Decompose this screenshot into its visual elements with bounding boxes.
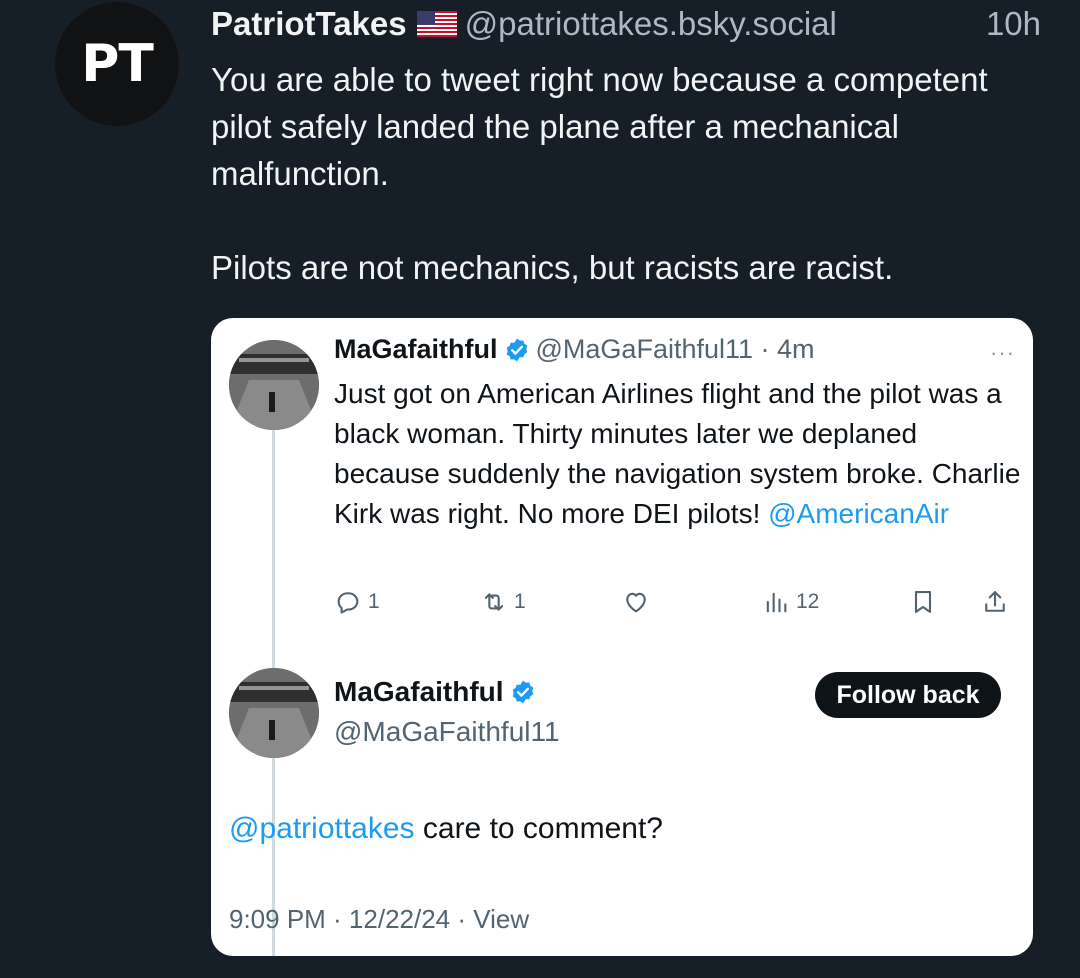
tweet-author-name: MaGafaithful [334, 334, 498, 364]
reply-action: 1 [334, 584, 380, 620]
tweet-text: Just got on American Airlines flight and… [334, 374, 1024, 534]
post-paragraph: You are able to tweet right now because … [211, 61, 988, 192]
avatar-initials: PT [81, 34, 154, 94]
avatar-photo-icon [229, 340, 319, 430]
more-options-icon: ··· [990, 340, 1015, 365]
embedded-image[interactable]: MaGafaithful @MaGaFaithful11 · 4m ··· Ju… [211, 318, 1033, 956]
profile-name: MaGafaithful [334, 676, 504, 707]
author-handle[interactable]: @patriottakes.bsky.social [465, 2, 837, 46]
tweet-actions: 1 1 12 [334, 584, 1024, 620]
retweet-count: 1 [514, 590, 526, 613]
views-icon [766, 592, 787, 613]
reply-icon [337, 592, 359, 614]
profile-handle: @MaGaFaithful11 [334, 716, 560, 747]
views-count: 12 [796, 590, 820, 613]
avatar-photo-icon [229, 668, 319, 758]
follow-back-button: Follow back [815, 672, 1001, 718]
verified-badge-icon [506, 338, 527, 361]
views-action: 12 [762, 584, 819, 620]
post-paragraph: Pilots are not mechanics, but racists ar… [211, 249, 894, 286]
retweet-icon [484, 593, 504, 611]
us-flag-icon [416, 11, 457, 37]
tweet-header: MaGafaithful @MaGaFaithful11 · 4m [334, 334, 1014, 365]
tweet-mention: @AmericanAir [768, 498, 950, 529]
tweet-handle-time: @MaGaFaithful11 · 4m [535, 334, 815, 364]
heart-icon [626, 592, 646, 613]
author-avatar[interactable]: PT [55, 2, 179, 126]
bookmark-action [909, 584, 937, 620]
verified-badge-icon [512, 680, 533, 704]
reply-mention: @patriottakes [229, 812, 415, 845]
reply-text-body: care to comment? [414, 812, 663, 845]
like-action [622, 584, 650, 620]
share-action [981, 584, 1009, 620]
reply-count: 1 [368, 590, 380, 613]
reply-text: @patriottakes care to comment? [229, 812, 663, 846]
share-icon [985, 591, 1005, 612]
retweet-action: 1 [480, 584, 526, 620]
post-body: You are able to tweet right now because … [211, 56, 1051, 291]
author-name[interactable]: PatriotTakes [211, 2, 407, 46]
profile-name-row: MaGafaithful [334, 676, 542, 708]
tweet-avatar [229, 340, 319, 430]
bookmark-icon [914, 591, 932, 613]
post-header: PatriotTakes @patriottakes.bsky.social 1… [211, 2, 1041, 46]
tweet-timestamp: 9:09 PM · 12/22/24 · View [229, 904, 530, 934]
post-time[interactable]: 10h [986, 2, 1041, 46]
profile-avatar [229, 668, 319, 758]
